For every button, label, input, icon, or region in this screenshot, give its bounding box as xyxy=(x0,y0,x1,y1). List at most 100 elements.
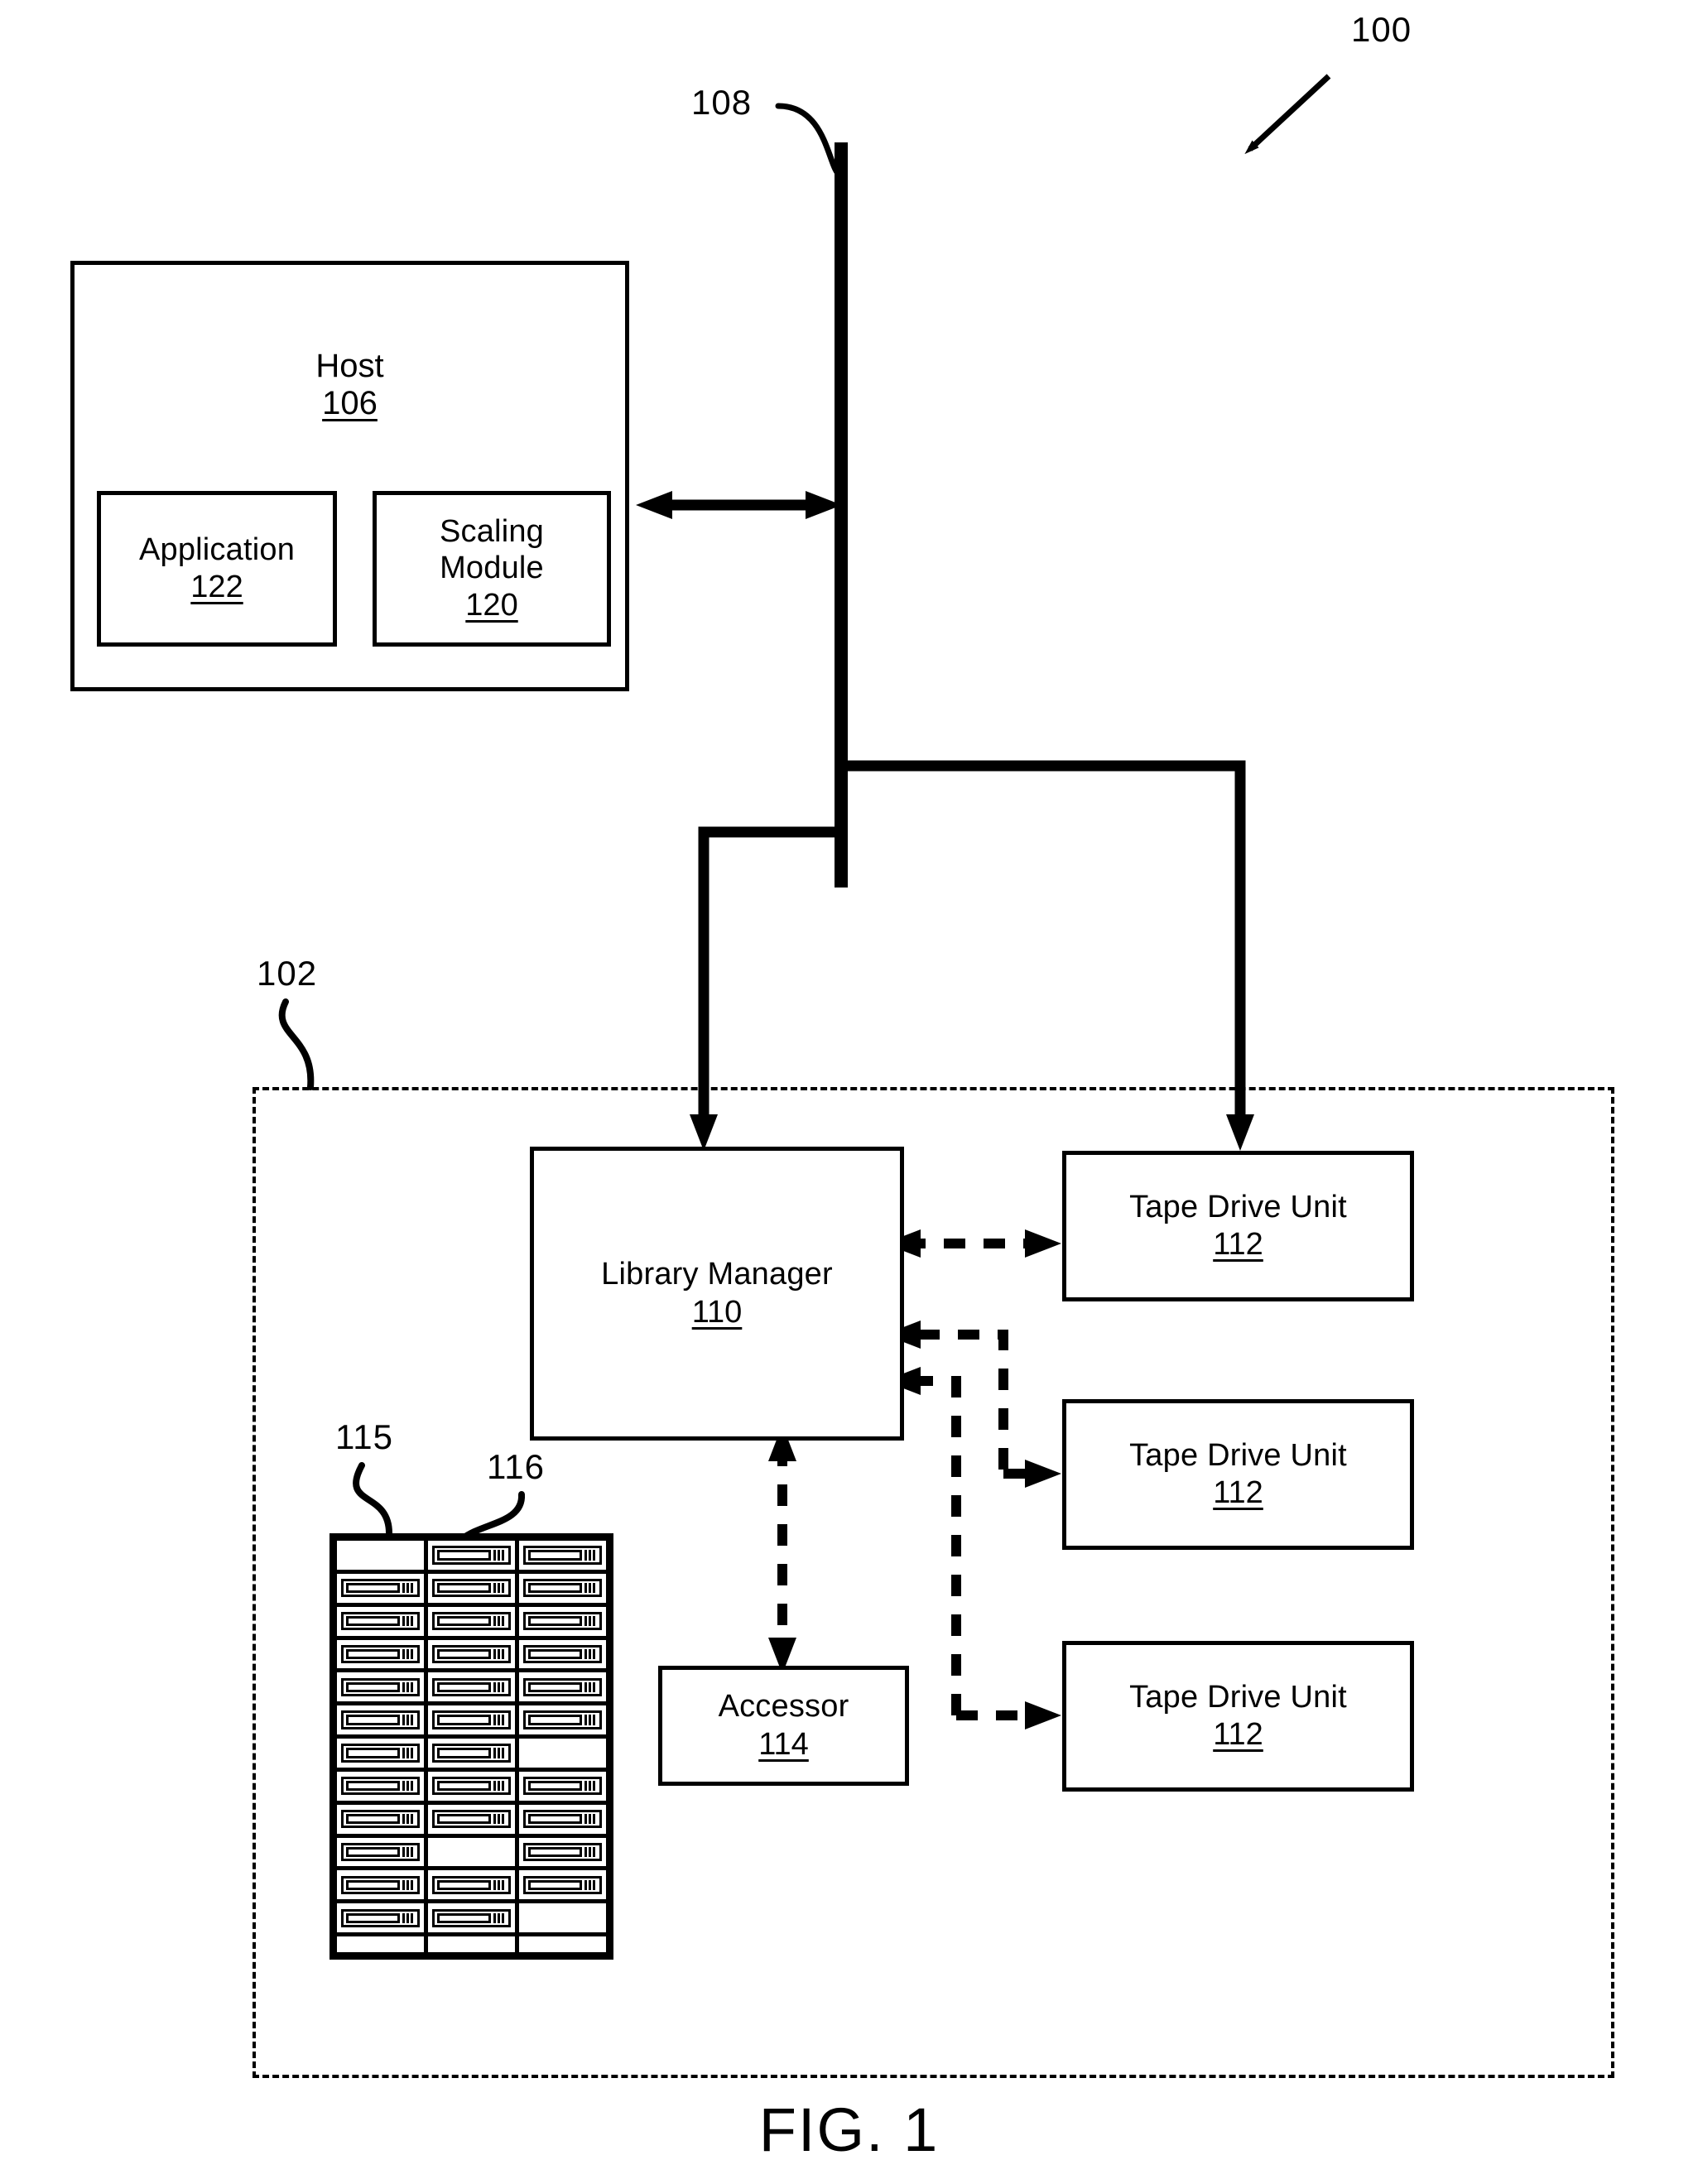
magazine-slot-filled[interactable] xyxy=(428,1639,515,1669)
magazine-slot-empty[interactable] xyxy=(519,1903,606,1933)
cartridge-notch-icon xyxy=(584,1681,597,1692)
accessor-box[interactable]: Accessor 114 xyxy=(658,1666,909,1786)
tape-cartridge[interactable] xyxy=(523,1842,602,1862)
magazine-slot-empty[interactable] xyxy=(428,1936,515,1952)
tape-cartridge[interactable] xyxy=(432,1579,511,1598)
magazine-slot-filled[interactable] xyxy=(428,1739,515,1768)
magazine-slot-filled[interactable] xyxy=(337,1705,424,1735)
magazine-slot-filled[interactable] xyxy=(337,1903,424,1933)
magazine-slot-filled[interactable] xyxy=(428,1903,515,1933)
cartridge-notch-icon xyxy=(584,1879,597,1890)
tape-cartridge[interactable] xyxy=(432,1644,511,1664)
magazine-slot-filled[interactable] xyxy=(519,1672,606,1702)
cartridge-notch-icon xyxy=(402,1912,415,1923)
magazine-slot-filled[interactable] xyxy=(337,1870,424,1900)
tape-cartridge[interactable] xyxy=(341,1842,420,1862)
magazine-slot-filled[interactable] xyxy=(519,1771,606,1801)
magazine-slot-filled[interactable] xyxy=(428,1804,515,1834)
cartridge-body xyxy=(346,1583,400,1594)
cartridge-body xyxy=(437,1681,491,1692)
magazine-slot-filled[interactable] xyxy=(519,1639,606,1669)
tape-drive-unit-2-box[interactable]: Tape Drive Unit 112 xyxy=(1062,1399,1414,1550)
magazine-slot-filled[interactable] xyxy=(519,1837,606,1867)
tape-cartridge[interactable] xyxy=(523,1677,602,1696)
tape-cartridge[interactable] xyxy=(523,1579,602,1598)
tape-cartridge[interactable] xyxy=(432,1677,511,1696)
tape-cartridge[interactable] xyxy=(432,1744,511,1763)
magazine-slot-empty[interactable] xyxy=(337,1541,424,1570)
ref-108: 108 xyxy=(691,83,753,122)
tape-cartridge[interactable] xyxy=(341,1875,420,1894)
tape-cartridge[interactable] xyxy=(341,1644,420,1664)
cartridge-body xyxy=(346,1846,400,1858)
cartridge-notch-icon xyxy=(402,1583,415,1594)
tape-cartridge[interactable] xyxy=(432,1611,511,1631)
magazine-slot-filled[interactable] xyxy=(428,1705,515,1735)
magazine-slot-filled[interactable] xyxy=(337,1606,424,1636)
magazine-slot-filled[interactable] xyxy=(428,1606,515,1636)
cartridge-notch-icon xyxy=(493,1681,506,1692)
tape-cartridge[interactable] xyxy=(341,1777,420,1796)
cartridge-body xyxy=(528,1615,582,1627)
tape-cartridge[interactable] xyxy=(523,1810,602,1829)
tape-cartridge[interactable] xyxy=(432,1710,511,1729)
host-title-group: Host 106 xyxy=(75,348,625,422)
magazine-slot-filled[interactable] xyxy=(337,1804,424,1834)
tape-cartridge[interactable] xyxy=(341,1611,420,1631)
accessor-ref: 114 xyxy=(758,1726,809,1762)
magazine-slot-filled[interactable] xyxy=(428,1541,515,1570)
magazine-slot-empty[interactable] xyxy=(428,1837,515,1867)
scaling-module-box[interactable]: Scaling Module 120 xyxy=(373,491,611,647)
magazine-slot-filled[interactable] xyxy=(337,1837,424,1867)
tape-cartridge[interactable] xyxy=(341,1908,420,1927)
magazine-slot-filled[interactable] xyxy=(519,1804,606,1834)
magazine-slot-filled[interactable] xyxy=(337,1739,424,1768)
magazine-slot-filled[interactable] xyxy=(519,1705,606,1735)
magazine-slot-filled[interactable] xyxy=(428,1573,515,1603)
tape-drive-unit-1-box[interactable]: Tape Drive Unit 112 xyxy=(1062,1151,1414,1301)
magazine-slot-filled[interactable] xyxy=(428,1672,515,1702)
magazine-slot-empty[interactable] xyxy=(337,1936,424,1952)
cartridge-body xyxy=(528,1781,582,1792)
tape-cartridge[interactable] xyxy=(341,1810,420,1829)
tape-drive-unit-1-label: Tape Drive Unit xyxy=(1129,1189,1347,1224)
magazine-slot-filled[interactable] xyxy=(428,1870,515,1900)
magazine-slot-filled[interactable] xyxy=(337,1639,424,1669)
library-manager-box[interactable]: Library Manager 110 xyxy=(530,1147,904,1441)
cartridge-notch-icon xyxy=(584,1846,597,1858)
tape-cartridge[interactable] xyxy=(432,1908,511,1927)
ref-102: 102 xyxy=(257,954,318,993)
cartridge-magazine[interactable] xyxy=(329,1533,613,1960)
cartridge-body xyxy=(346,1781,400,1792)
magazine-slot-filled[interactable] xyxy=(337,1672,424,1702)
tape-cartridge[interactable] xyxy=(341,1710,420,1729)
magazine-slot-filled[interactable] xyxy=(428,1771,515,1801)
magazine-slot-filled[interactable] xyxy=(337,1771,424,1801)
tape-cartridge[interactable] xyxy=(341,1677,420,1696)
magazine-slot-filled[interactable] xyxy=(337,1573,424,1603)
cartridge-body xyxy=(528,1814,582,1825)
tape-cartridge[interactable] xyxy=(432,1810,511,1829)
cartridge-body xyxy=(346,1912,400,1923)
tape-cartridge[interactable] xyxy=(341,1579,420,1598)
tape-cartridge[interactable] xyxy=(341,1744,420,1763)
tape-cartridge[interactable] xyxy=(523,1546,602,1565)
tape-cartridge[interactable] xyxy=(432,1546,511,1565)
tape-cartridge[interactable] xyxy=(523,1777,602,1796)
magazine-slot-filled[interactable] xyxy=(519,1541,606,1570)
magazine-slot-empty[interactable] xyxy=(519,1936,606,1952)
tape-cartridge[interactable] xyxy=(432,1875,511,1894)
cartridge-notch-icon xyxy=(402,1615,415,1627)
magazine-slot-filled[interactable] xyxy=(519,1573,606,1603)
application-box[interactable]: Application 122 xyxy=(97,491,337,647)
magazine-slot-filled[interactable] xyxy=(519,1606,606,1636)
tape-drive-unit-3-box[interactable]: Tape Drive Unit 112 xyxy=(1062,1641,1414,1792)
tape-cartridge[interactable] xyxy=(523,1710,602,1729)
magazine-slot-filled[interactable] xyxy=(519,1870,606,1900)
tape-cartridge[interactable] xyxy=(523,1611,602,1631)
tape-cartridge[interactable] xyxy=(432,1777,511,1796)
cartridge-notch-icon xyxy=(584,1715,597,1725)
magazine-slot-empty[interactable] xyxy=(519,1739,606,1768)
tape-cartridge[interactable] xyxy=(523,1644,602,1664)
tape-cartridge[interactable] xyxy=(523,1875,602,1894)
